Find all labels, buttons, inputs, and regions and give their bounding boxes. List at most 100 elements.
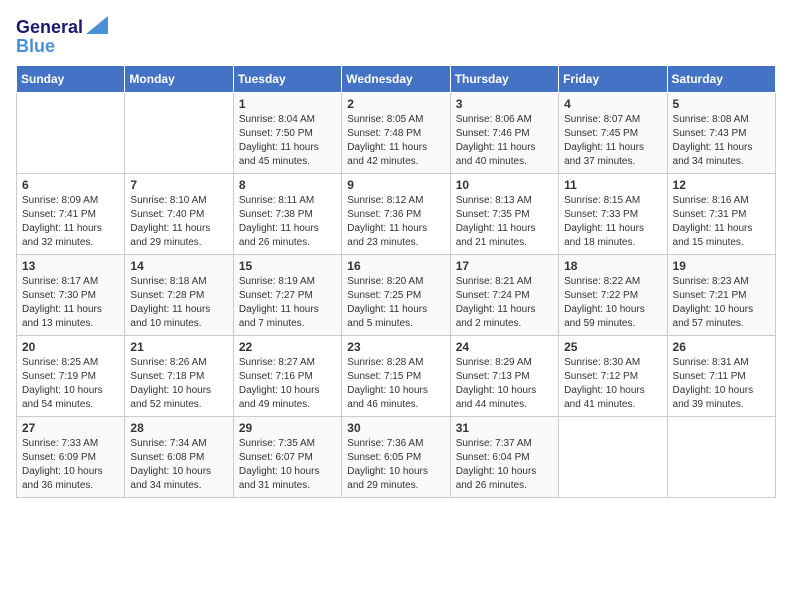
day-info: Sunrise: 8:23 AM Sunset: 7:21 PM Dayligh… (673, 275, 770, 331)
day-number: 14 (130, 259, 227, 273)
calendar-week-4: 20 Sunrise: 8:25 AM Sunset: 7:19 PM Dayli… (17, 335, 776, 416)
day-info: Sunrise: 8:13 AM Sunset: 7:35 PM Dayligh… (456, 194, 553, 250)
day-header-saturday: Saturday (667, 65, 775, 92)
day-number: 24 (456, 340, 553, 354)
day-info: Sunrise: 7:35 AM Sunset: 6:07 PM Dayligh… (239, 437, 336, 493)
calendar-cell: 25 Sunrise: 8:30 AM Sunset: 7:12 PM Dayli… (559, 335, 667, 416)
day-number: 25 (564, 340, 661, 354)
day-number: 31 (456, 421, 553, 435)
calendar-week-1: 1 Sunrise: 8:04 AM Sunset: 7:50 PM Daylig… (17, 92, 776, 173)
calendar-cell: 28Sunrise: 7:34 AM Sunset: 6:08 PM Dayli… (125, 416, 233, 497)
day-number: 3 (456, 97, 553, 111)
day-header-monday: Monday (125, 65, 233, 92)
calendar-cell: 26 Sunrise: 8:31 AM Sunset: 7:11 PM Dayli… (667, 335, 775, 416)
day-info: Sunrise: 8:05 AM Sunset: 7:48 PM Dayligh… (347, 113, 444, 169)
calendar-cell: 20 Sunrise: 8:25 AM Sunset: 7:19 PM Dayli… (17, 335, 125, 416)
day-info: Sunrise: 8:31 AM Sunset: 7:11 PM Dayligh… (673, 356, 770, 412)
calendar-cell: 24 Sunrise: 8:29 AM Sunset: 7:13 PM Dayli… (450, 335, 558, 416)
day-info: Sunrise: 8:10 AM Sunset: 7:40 PM Dayligh… (130, 194, 227, 250)
day-number: 6 (22, 178, 119, 192)
day-number: 18 (564, 259, 661, 273)
calendar-cell: 12 Sunrise: 8:16 AM Sunset: 7:31 PM Dayli… (667, 173, 775, 254)
day-header-tuesday: Tuesday (233, 65, 341, 92)
calendar-cell: 18 Sunrise: 8:22 AM Sunset: 7:22 PM Dayli… (559, 254, 667, 335)
calendar-cell: 19 Sunrise: 8:23 AM Sunset: 7:21 PM Dayli… (667, 254, 775, 335)
day-number: 29 (239, 421, 336, 435)
day-info: Sunrise: 8:09 AM Sunset: 7:41 PM Dayligh… (22, 194, 119, 250)
day-number: 4 (564, 97, 661, 111)
day-number: 30 (347, 421, 444, 435)
calendar-cell: 29 Sunrise: 7:35 AM Sunset: 6:07 PM Dayli… (233, 416, 341, 497)
calendar-cell: 10 Sunrise: 8:13 AM Sunset: 7:35 PM Dayli… (450, 173, 558, 254)
day-number: 7 (130, 178, 227, 192)
calendar-cell: 21 Sunrise: 8:26 AM Sunset: 7:18 PM Dayli… (125, 335, 233, 416)
day-number: 9 (347, 178, 444, 192)
day-info: Sunrise: 8:08 AM Sunset: 7:43 PM Dayligh… (673, 113, 770, 169)
day-header-sunday: Sunday (17, 65, 125, 92)
day-number: 2 (347, 97, 444, 111)
day-header-friday: Friday (559, 65, 667, 92)
calendar-cell: 30 Sunrise: 7:36 AM Sunset: 6:05 PM Dayli… (342, 416, 450, 497)
day-number: 22 (239, 340, 336, 354)
calendar-cell: 31Sunrise: 7:37 AM Sunset: 6:04 PM Dayli… (450, 416, 558, 497)
day-info: Sunrise: 8:28 AM Sunset: 7:15 PM Dayligh… (347, 356, 444, 412)
calendar-week-5: 27 Sunrise: 7:33 AM Sunset: 6:09 PM Dayli… (17, 416, 776, 497)
day-info: Sunrise: 8:20 AM Sunset: 7:25 PM Dayligh… (347, 275, 444, 331)
calendar-cell: 15Sunrise: 8:19 AM Sunset: 7:27 PM Dayli… (233, 254, 341, 335)
day-header-thursday: Thursday (450, 65, 558, 92)
day-number: 5 (673, 97, 770, 111)
calendar-cell (125, 92, 233, 173)
calendar-week-2: 6 Sunrise: 8:09 AM Sunset: 7:41 PM Daylig… (17, 173, 776, 254)
calendar-cell (17, 92, 125, 173)
day-info: Sunrise: 8:17 AM Sunset: 7:30 PM Dayligh… (22, 275, 119, 331)
calendar-cell: 8Sunrise: 8:11 AM Sunset: 7:38 PM Daylig… (233, 173, 341, 254)
day-info: Sunrise: 8:18 AM Sunset: 7:28 PM Dayligh… (130, 275, 227, 331)
day-number: 20 (22, 340, 119, 354)
day-info: Sunrise: 8:27 AM Sunset: 7:16 PM Dayligh… (239, 356, 336, 412)
day-number: 1 (239, 97, 336, 111)
day-info: Sunrise: 8:15 AM Sunset: 7:33 PM Dayligh… (564, 194, 661, 250)
day-info: Sunrise: 8:22 AM Sunset: 7:22 PM Dayligh… (564, 275, 661, 331)
day-info: Sunrise: 8:26 AM Sunset: 7:18 PM Dayligh… (130, 356, 227, 412)
day-info: Sunrise: 8:25 AM Sunset: 7:19 PM Dayligh… (22, 356, 119, 412)
day-number: 13 (22, 259, 119, 273)
day-number: 10 (456, 178, 553, 192)
day-info: Sunrise: 8:06 AM Sunset: 7:46 PM Dayligh… (456, 113, 553, 169)
day-info: Sunrise: 8:07 AM Sunset: 7:45 PM Dayligh… (564, 113, 661, 169)
day-info: Sunrise: 8:04 AM Sunset: 7:50 PM Dayligh… (239, 113, 336, 169)
day-info: Sunrise: 8:16 AM Sunset: 7:31 PM Dayligh… (673, 194, 770, 250)
calendar-cell: 5 Sunrise: 8:08 AM Sunset: 7:43 PM Daylig… (667, 92, 775, 173)
calendar-cell: 4 Sunrise: 8:07 AM Sunset: 7:45 PM Daylig… (559, 92, 667, 173)
day-number: 21 (130, 340, 227, 354)
calendar-cell (667, 416, 775, 497)
day-number: 26 (673, 340, 770, 354)
calendar-cell: 22 Sunrise: 8:27 AM Sunset: 7:16 PM Dayli… (233, 335, 341, 416)
day-number: 17 (456, 259, 553, 273)
calendar-table: SundayMondayTuesdayWednesdayThursdayFrid… (16, 65, 776, 498)
day-info: Sunrise: 8:29 AM Sunset: 7:13 PM Dayligh… (456, 356, 553, 412)
logo-blue-text: Blue (16, 37, 55, 57)
day-number: 16 (347, 259, 444, 273)
day-info: Sunrise: 7:36 AM Sunset: 6:05 PM Dayligh… (347, 437, 444, 493)
day-number: 11 (564, 178, 661, 192)
day-info: Sunrise: 8:11 AM Sunset: 7:38 PM Dayligh… (239, 194, 336, 250)
day-info: Sunrise: 8:30 AM Sunset: 7:12 PM Dayligh… (564, 356, 661, 412)
calendar-cell: 6 Sunrise: 8:09 AM Sunset: 7:41 PM Daylig… (17, 173, 125, 254)
day-info: Sunrise: 7:34 AM Sunset: 6:08 PM Dayligh… (130, 437, 227, 493)
calendar-cell: 13 Sunrise: 8:17 AM Sunset: 7:30 PM Dayli… (17, 254, 125, 335)
day-number: 19 (673, 259, 770, 273)
calendar-week-3: 13 Sunrise: 8:17 AM Sunset: 7:30 PM Dayli… (17, 254, 776, 335)
calendar-cell: 27 Sunrise: 7:33 AM Sunset: 6:09 PM Dayli… (17, 416, 125, 497)
day-info: Sunrise: 8:19 AM Sunset: 7:27 PM Dayligh… (239, 275, 336, 331)
logo-triangle-icon (86, 16, 108, 34)
day-number: 12 (673, 178, 770, 192)
calendar-cell: 1 Sunrise: 8:04 AM Sunset: 7:50 PM Daylig… (233, 92, 341, 173)
day-info: Sunrise: 8:21 AM Sunset: 7:24 PM Dayligh… (456, 275, 553, 331)
calendar-cell (559, 416, 667, 497)
day-info: Sunrise: 7:33 AM Sunset: 6:09 PM Dayligh… (22, 437, 119, 493)
calendar-cell: 3 Sunrise: 8:06 AM Sunset: 7:46 PM Daylig… (450, 92, 558, 173)
calendar-cell: 23Sunrise: 8:28 AM Sunset: 7:15 PM Dayli… (342, 335, 450, 416)
day-number: 27 (22, 421, 119, 435)
calendar-cell: 14 Sunrise: 8:18 AM Sunset: 7:28 PM Dayli… (125, 254, 233, 335)
calendar-cell: 11 Sunrise: 8:15 AM Sunset: 7:33 PM Dayli… (559, 173, 667, 254)
